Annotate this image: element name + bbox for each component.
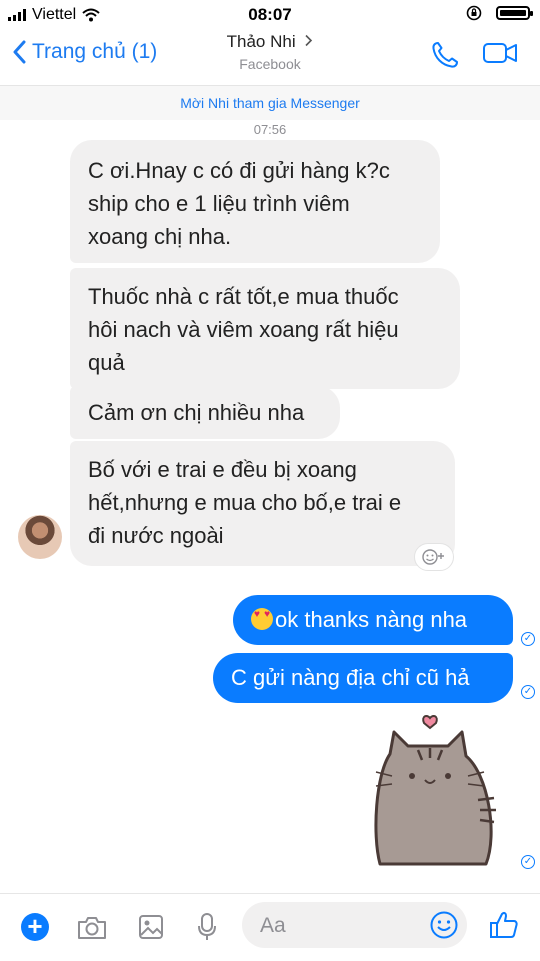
incoming-message[interactable]: Bố với e trai e đều bị xoang hết,nhưng e… [70, 441, 455, 566]
phone-icon[interactable] [430, 40, 460, 70]
message-timestamp: 07:56 [253, 122, 287, 137]
chevron-right-icon [305, 34, 313, 47]
header-actions [430, 40, 518, 70]
conversation-header: Trang chủ (1) Thảo Nhi Facebook [0, 30, 540, 86]
message-line: ship cho e 1 liệu trình viêm [88, 191, 350, 216]
image-icon[interactable] [138, 914, 164, 940]
heart-eyes-emoji [251, 608, 273, 630]
message-text: C gửi nàng địa chỉ cũ hả [231, 665, 470, 690]
invite-banner[interactable]: Mời Nhi tham gia Messenger [0, 86, 540, 120]
status-right [466, 5, 533, 21]
emoji-icon[interactable] [429, 910, 459, 940]
status-bar: Viettel 08:07 [0, 0, 540, 30]
message-input[interactable]: Aa [242, 902, 467, 948]
message-line: Thuốc nhà c rất tốt,e mua thuốc [88, 284, 399, 309]
incoming-message[interactable]: Cảm ơn chị nhiều nha [70, 386, 340, 439]
message-line: C ơi.Hnay c có đi gửi hàng k?c [88, 158, 390, 183]
add-reaction-icon [422, 549, 444, 565]
microphone-icon[interactable] [197, 912, 217, 942]
sent-check-icon: ✓ [521, 855, 535, 869]
sent-check-icon: ✓ [521, 632, 535, 646]
camera-icon[interactable] [76, 915, 108, 941]
message-line: xoang chị nha. [88, 224, 232, 249]
clock: 08:07 [248, 5, 292, 24]
plus-icon[interactable]: + [21, 913, 49, 941]
video-camera-icon[interactable] [482, 40, 518, 66]
add-reaction-button[interactable] [414, 543, 454, 571]
outgoing-message[interactable]: C gửi nàng địa chỉ cũ hả [213, 653, 513, 703]
sent-check-icon: ✓ [521, 685, 535, 699]
avatar[interactable] [18, 515, 62, 559]
message-line: đi nước ngoài [88, 523, 224, 548]
message-line: quả [88, 350, 125, 375]
contact-name: Thảo Nhi [226, 32, 296, 51]
message-line: hết,nhưng e mua cho bố,e trai e [88, 490, 402, 515]
message-line: Cảm ơn chị nhiều nha [88, 400, 305, 425]
incoming-message[interactable]: C ơi.Hnay c có đi gửi hàng k?c ship cho … [70, 140, 440, 263]
message-composer: + Aa [0, 893, 540, 961]
message-input-placeholder: Aa [260, 914, 286, 937]
battery-icon [496, 6, 533, 20]
message-line: hôi nach và viêm xoang rất hiệu [88, 317, 399, 342]
pusheen-cat-heart-sticker[interactable] [368, 714, 508, 869]
message-line: Bố với e trai e đều bị xoang [88, 457, 357, 482]
thumbs-up-icon[interactable] [489, 910, 519, 940]
outgoing-message[interactable]: ok thanks nàng nha [233, 595, 513, 645]
incoming-message[interactable]: Thuốc nhà c rất tốt,e mua thuốc hôi nach… [70, 268, 460, 389]
message-text: ok thanks nàng nha [275, 607, 468, 632]
rotation-lock-icon [466, 5, 482, 21]
